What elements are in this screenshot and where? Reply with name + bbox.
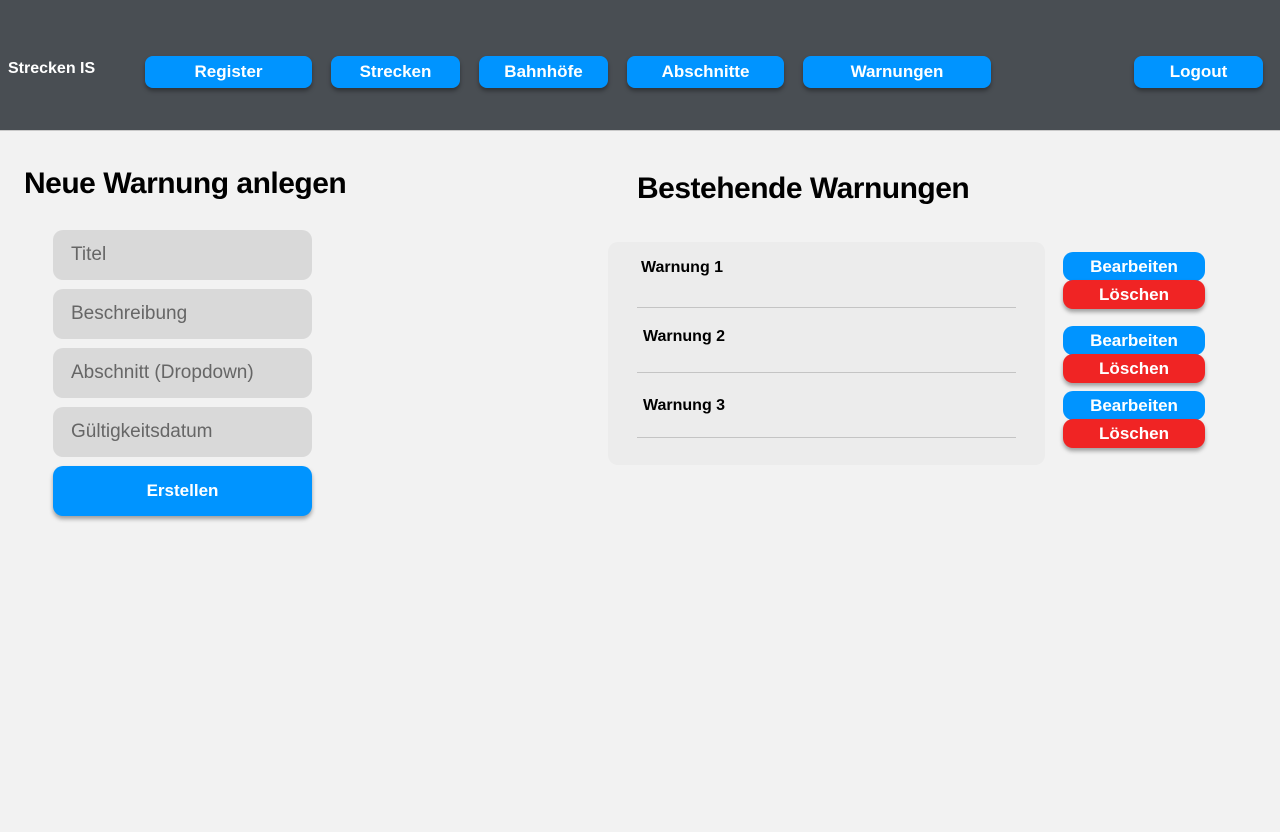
warning-label-2: Warnung 2 (643, 328, 726, 345)
nav-bahnhoefe-button[interactable]: Bahnhöfe (479, 56, 608, 88)
list-divider (637, 307, 1016, 308)
warning-label-1: Warnung 1 (641, 259, 724, 276)
form-title: Neue Warnung anlegen (24, 167, 347, 200)
delete-warning-1-button[interactable]: Löschen (1063, 280, 1205, 309)
list-divider (637, 437, 1016, 438)
abschnitt-field[interactable] (53, 348, 312, 398)
beschreibung-input[interactable] (69, 302, 312, 326)
edit-warning-3-button[interactable]: Bearbeiten (1063, 391, 1205, 420)
list-title: Bestehende Warnungen (637, 172, 970, 205)
top-navigation-bar: Strecken IS Register Strecken Bahnhöfe A… (0, 0, 1280, 131)
logout-button[interactable]: Logout (1134, 56, 1263, 88)
titel-input[interactable] (69, 243, 312, 267)
app-brand: Strecken IS (8, 60, 96, 77)
edit-warning-1-button[interactable]: Bearbeiten (1063, 252, 1205, 281)
nav-warnungen-button[interactable]: Warnungen (803, 56, 991, 88)
nav-strecken-button[interactable]: Strecken (331, 56, 460, 88)
nav-register-button[interactable]: Register (145, 56, 312, 88)
gueltigkeitsdatum-field[interactable] (53, 407, 312, 457)
nav-abschnitte-button[interactable]: Abschnitte (627, 56, 784, 88)
warning-label-3: Warnung 3 (643, 397, 726, 414)
beschreibung-field[interactable] (53, 289, 312, 339)
list-divider (637, 372, 1016, 373)
edit-warning-2-button[interactable]: Bearbeiten (1063, 326, 1205, 355)
delete-warning-3-button[interactable]: Löschen (1063, 419, 1205, 448)
erstellen-button[interactable]: Erstellen (53, 466, 312, 516)
delete-warning-2-button[interactable]: Löschen (1063, 354, 1205, 383)
warnings-list: Warnung 1 Warnung 2 Warnung 3 (608, 242, 1045, 465)
titel-field[interactable] (53, 230, 312, 280)
abschnitt-dropdown-input[interactable] (69, 361, 312, 385)
gueltigkeitsdatum-input[interactable] (69, 420, 312, 444)
